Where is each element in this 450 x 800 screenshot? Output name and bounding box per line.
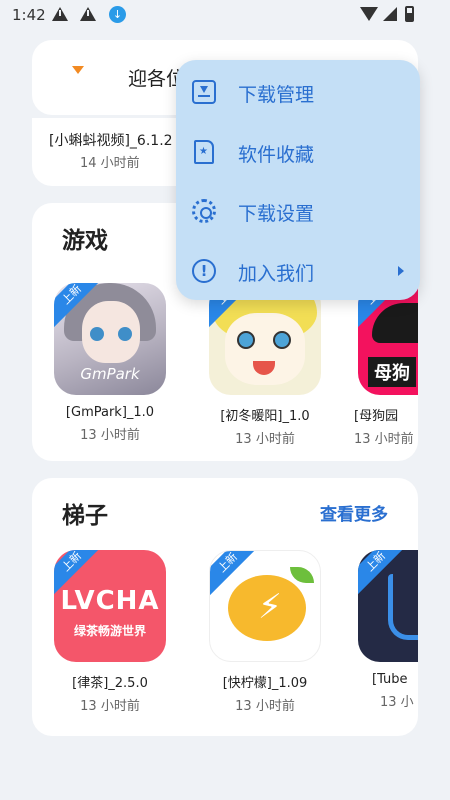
status-bar: 1:42 ↓ xyxy=(0,0,450,30)
warning-icon xyxy=(52,7,68,21)
recent-app-time: 14 小时前 xyxy=(80,156,140,171)
download-icon: ↓ xyxy=(109,6,126,23)
gear-icon xyxy=(192,199,216,223)
see-more-link[interactable]: 查看更多 xyxy=(320,500,388,525)
app-icon-lemon[interactable]: ⚡ 上新 xyxy=(209,550,321,662)
app-name: [快柠檬]_1.09 xyxy=(222,676,308,691)
app-card-tube[interactable]: 上新 [Tube 13 小 xyxy=(344,550,418,710)
signal-icon xyxy=(383,7,397,21)
app-name: [律茶]_2.5.0 xyxy=(72,676,148,691)
app-time: 13 小时前 xyxy=(235,432,295,447)
section-title-ladder: 梯子 xyxy=(62,503,108,529)
app-time: 13 小时前 xyxy=(235,699,295,714)
app-card-dog[interactable]: 母狗 上新 [母狗园 13 小时前 xyxy=(344,283,418,447)
section-title-games: 游戏 xyxy=(62,228,108,254)
flask-icon xyxy=(388,574,418,640)
bolt-icon: ⚡ xyxy=(258,587,282,627)
app-icon-sublabel: 绿茶畅游世界 xyxy=(73,624,146,638)
app-time: 13 小 xyxy=(380,695,414,710)
overflow-menu: 下载管理 软件收藏 下载设置 加入我们 xyxy=(176,60,420,300)
menu-item-favorites[interactable]: 软件收藏 xyxy=(176,122,420,182)
app-name: [母狗园 xyxy=(354,409,399,424)
menu-item-join-us[interactable]: 加入我们 xyxy=(176,241,420,301)
status-time: 1:42 xyxy=(12,6,46,24)
app-time: 13 小时前 xyxy=(80,428,140,443)
info-icon xyxy=(192,259,216,283)
app-icon-gmpark[interactable]: GmPark 上新 xyxy=(54,283,166,395)
app-card-lemon[interactable]: ⚡ 上新 [快柠檬]_1.09 13 小时前 xyxy=(195,550,335,714)
app-time: 13 小时前 xyxy=(80,699,140,714)
app-name: [Tube xyxy=(372,672,408,687)
app-icon-lvcha[interactable]: LVCHA 绿茶畅游世界 上新 xyxy=(54,550,166,662)
app-icon-label: 母狗 xyxy=(368,357,416,387)
app-icon-tube[interactable]: 上新 xyxy=(358,550,418,662)
app-card-winter[interactable]: 上新 [初冬暖阳]_1.0 13 小时前 xyxy=(195,283,335,447)
app-icon-label: GmPark xyxy=(80,365,140,383)
menu-item-download-settings[interactable]: 下载设置 xyxy=(176,181,420,241)
menu-item-label: 下载管理 xyxy=(238,84,315,106)
download-box-icon xyxy=(192,80,216,104)
app-icon-label: LVCHA xyxy=(60,586,160,616)
battery-icon xyxy=(405,6,414,22)
menu-item-label: 加入我们 xyxy=(238,263,315,285)
ladder-section: 梯子 查看更多 LVCHA 绿茶畅游世界 上新 [律茶]_2.5.0 13 小时… xyxy=(32,478,418,736)
app-card-gmpark[interactable]: GmPark 上新 [GmPark]_1.0 13 小时前 xyxy=(40,283,180,443)
menu-item-download-manager[interactable]: 下载管理 xyxy=(176,62,420,122)
app-card-lvcha[interactable]: LVCHA 绿茶畅游世界 上新 [律茶]_2.5.0 13 小时前 xyxy=(40,550,180,714)
favorite-file-icon xyxy=(194,140,214,164)
menu-item-label: 软件收藏 xyxy=(238,144,315,166)
menu-item-label: 下载设置 xyxy=(238,203,315,225)
recent-app-name: [小蝌蚪视频]_6.1.2 xyxy=(49,133,173,149)
app-name: [初冬暖阳]_1.0 xyxy=(220,409,310,424)
app-time: 13 小时前 xyxy=(354,432,414,447)
app-logo-icon xyxy=(72,66,84,74)
app-name: [GmPark]_1.0 xyxy=(65,405,155,420)
warning-icon xyxy=(80,7,96,21)
submenu-arrow-icon xyxy=(398,266,404,276)
wifi-icon xyxy=(360,7,378,21)
